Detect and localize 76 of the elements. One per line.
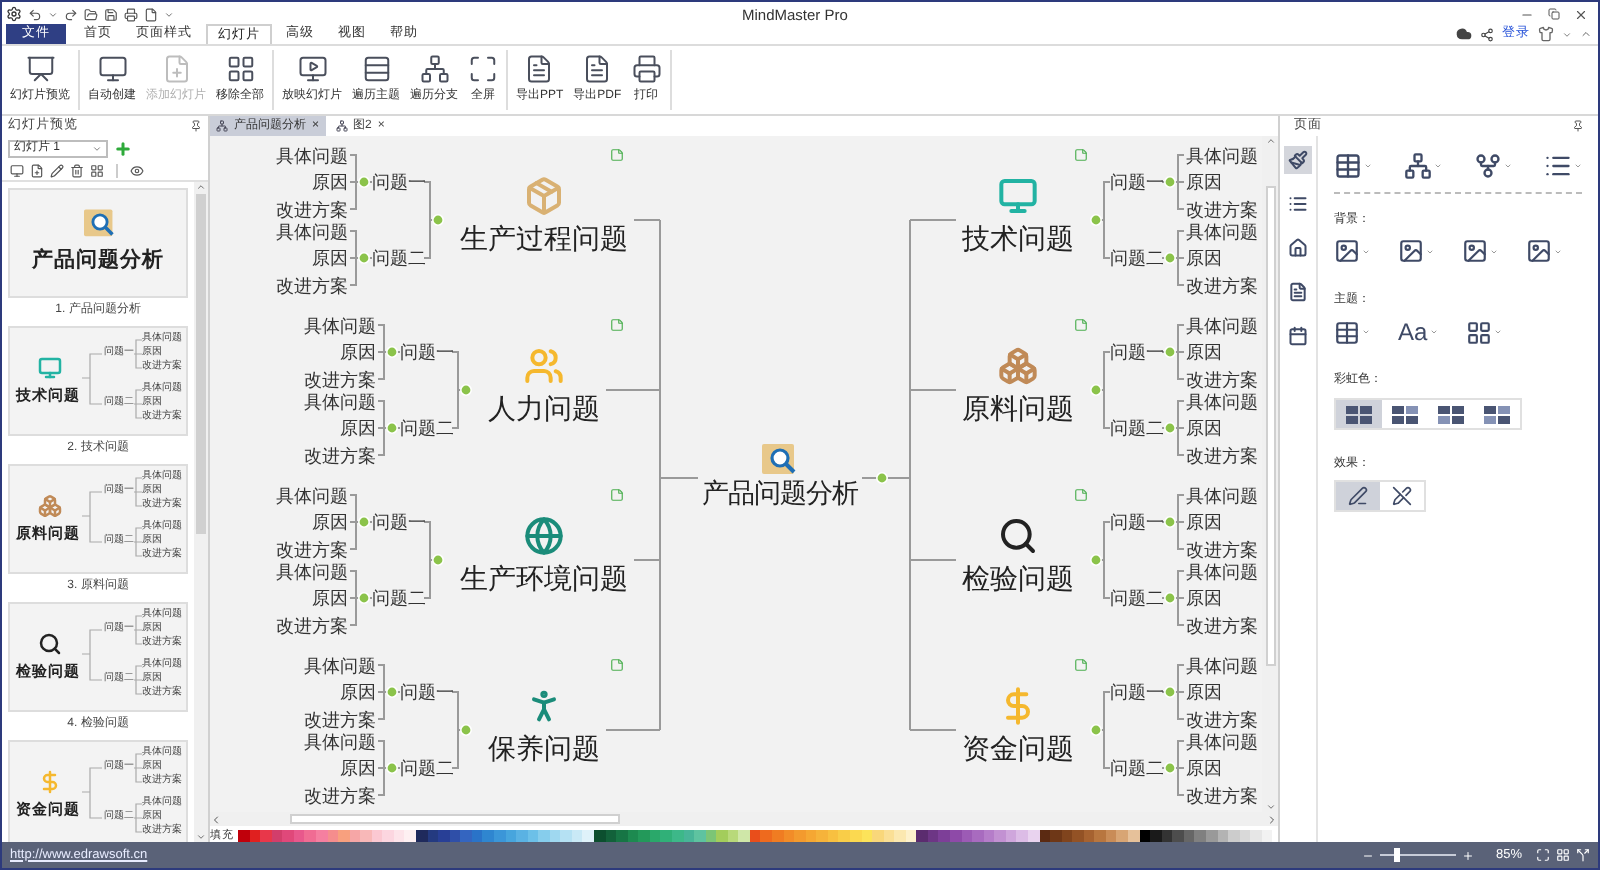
leaf-node[interactable]: 原因 (268, 510, 348, 534)
leaf-node[interactable]: 具体问题 (1186, 143, 1266, 167)
central-topic[interactable]: 产品问题分析 (700, 480, 860, 512)
subtopic-node[interactable]: 问题一 (372, 170, 424, 194)
leaf-node[interactable]: 改进方案 (1186, 537, 1266, 561)
subtopic-node[interactable]: 问题一 (400, 340, 452, 364)
topic-node[interactable]: 生产过程问题 (460, 224, 628, 256)
leaf-node[interactable]: 原因 (1186, 756, 1266, 780)
leaf-node[interactable]: 原因 (1186, 416, 1266, 440)
subtopic-node[interactable]: 问题一 (400, 680, 452, 704)
leaf-node[interactable]: 改进方案 (1186, 613, 1266, 637)
leaf-node[interactable]: 具体问题 (1186, 559, 1266, 583)
leaf-node[interactable]: 具体问题 (268, 219, 348, 243)
leaf-node[interactable]: 改进方案 (268, 273, 348, 297)
leaf-node[interactable]: 改进方案 (296, 443, 376, 467)
leaf-node[interactable]: 原因 (296, 680, 376, 704)
subtopic-node[interactable]: 问题二 (1110, 586, 1162, 610)
slide-thumbnail[interactable]: 产品问题分析 (8, 188, 188, 298)
subtopic-node[interactable]: 问题一 (1110, 170, 1162, 194)
leaf-node[interactable]: 具体问题 (296, 389, 376, 413)
leaf-node[interactable]: 原因 (1186, 586, 1266, 610)
leaf-node[interactable]: 具体问题 (268, 559, 348, 583)
subtopic-node[interactable]: 问题一 (1110, 510, 1162, 534)
leaf-node[interactable]: 改进方案 (268, 197, 348, 221)
leaf-node[interactable]: 具体问题 (1186, 313, 1266, 337)
subtopic-node[interactable]: 问题二 (400, 416, 452, 440)
topic-node[interactable]: 技术问题 (962, 224, 1074, 256)
leaf-node[interactable]: 原因 (296, 416, 376, 440)
leaf-node[interactable]: 改进方案 (268, 537, 348, 561)
leaf-node[interactable]: 具体问题 (296, 729, 376, 753)
leaf-node[interactable]: 改进方案 (296, 367, 376, 391)
leaf-node[interactable]: 原因 (296, 756, 376, 780)
leaf-node[interactable]: 改进方案 (296, 783, 376, 807)
leaf-node[interactable]: 具体问题 (268, 483, 348, 507)
leaf-node[interactable]: 具体问题 (296, 653, 376, 677)
leaf-node[interactable]: 改进方案 (1186, 783, 1266, 807)
leaf-node[interactable]: 改进方案 (1186, 367, 1266, 391)
subtopic-node[interactable]: 问题二 (1110, 416, 1162, 440)
leaf-node[interactable]: 具体问题 (296, 313, 376, 337)
topic-node[interactable]: 资金问题 (962, 734, 1074, 766)
leaf-node[interactable]: 原因 (1186, 170, 1266, 194)
topic-node[interactable]: 人力问题 (488, 394, 600, 426)
leaf-node[interactable]: 具体问题 (1186, 483, 1266, 507)
leaf-node[interactable]: 原因 (1186, 510, 1266, 534)
leaf-node[interactable]: 改进方案 (1186, 443, 1266, 467)
subtopic-node[interactable]: 问题一 (372, 510, 424, 534)
leaf-node[interactable]: 改进方案 (268, 613, 348, 637)
topic-node[interactable]: 原料问题 (962, 394, 1074, 426)
leaf-node[interactable]: 具体问题 (268, 143, 348, 167)
subtopic-node[interactable]: 问题二 (1110, 756, 1162, 780)
topic-node[interactable]: 检验问题 (962, 564, 1074, 596)
subtopic-node[interactable]: 问题二 (372, 586, 424, 610)
leaf-node[interactable]: 原因 (296, 340, 376, 364)
leaf-node[interactable]: 原因 (268, 586, 348, 610)
subtopic-node[interactable]: 问题一 (1110, 340, 1162, 364)
leaf-node[interactable]: 改进方案 (1186, 273, 1266, 297)
topic-node[interactable]: 保养问题 (488, 734, 600, 766)
leaf-node[interactable]: 改进方案 (1186, 197, 1266, 221)
leaf-node[interactable]: 具体问题 (1186, 389, 1266, 413)
leaf-node[interactable]: 原因 (268, 170, 348, 194)
subtopic-node[interactable]: 问题一 (1110, 680, 1162, 704)
leaf-node[interactable]: 具体问题 (1186, 219, 1266, 243)
leaf-node[interactable]: 改进方案 (1186, 707, 1266, 731)
leaf-node[interactable]: 原因 (1186, 680, 1266, 704)
leaf-node[interactable]: 原因 (1186, 246, 1266, 270)
leaf-node[interactable]: 原因 (268, 246, 348, 270)
leaf-node[interactable]: 具体问题 (1186, 729, 1266, 753)
subtopic-node[interactable]: 问题二 (400, 756, 452, 780)
slide-title: 产品问题分析 (30, 246, 166, 276)
leaf-node[interactable]: 具体问题 (1186, 653, 1266, 677)
leaf-node[interactable]: 改进方案 (296, 707, 376, 731)
topic-node[interactable]: 生产环境问题 (460, 564, 628, 596)
subtopic-node[interactable]: 问题二 (372, 246, 424, 270)
leaf-node[interactable]: 原因 (1186, 340, 1266, 364)
font-button[interactable]: Aa (1398, 318, 1438, 346)
subtopic-node[interactable]: 问题二 (1110, 246, 1162, 270)
